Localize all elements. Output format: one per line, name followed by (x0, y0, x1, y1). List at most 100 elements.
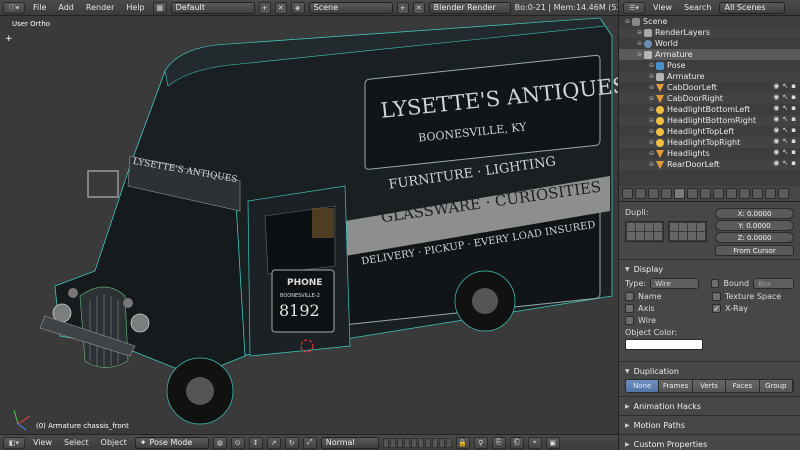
outliner-row-label[interactable]: RenderLayers (655, 28, 710, 37)
menu-select[interactable]: Select (60, 438, 93, 447)
layer-grid[interactable] (382, 437, 452, 448)
outliner-row-label[interactable]: RearDoorLeft (667, 160, 720, 169)
render-icon[interactable]: ▣ (545, 436, 560, 449)
custom-properties-header[interactable]: Custom Properties (625, 438, 794, 450)
tab-object-icon[interactable] (674, 188, 685, 199)
outliner-filter-select[interactable]: All Scenes (719, 1, 786, 14)
select-arrow-icon[interactable]: ↖ (782, 126, 788, 134)
outliner-row-label[interactable]: Scene (643, 17, 667, 26)
outliner-row-label[interactable]: Headlights (667, 149, 710, 158)
tab-constraints-icon[interactable] (687, 188, 698, 199)
scene-field[interactable]: Scene (308, 1, 393, 14)
name-checkbox[interactable] (625, 292, 634, 301)
bone-icon[interactable]: ⚲ (473, 436, 488, 449)
wire-checkbox[interactable] (625, 316, 634, 325)
tab-render-icon[interactable] (622, 188, 633, 199)
visibility-toggles[interactable]: ◉ ↖ ▪ (773, 104, 796, 112)
select-arrow-icon[interactable]: ↖ (782, 137, 788, 145)
screen-delete-button[interactable]: ✕ (274, 1, 287, 14)
scene-delete-button[interactable]: ✕ (412, 1, 425, 14)
visibility-toggles[interactable]: ◉ ↖ ▪ (773, 159, 796, 167)
visibility-toggles[interactable]: ◉ ↖ ▪ (773, 137, 796, 145)
outliner-row[interactable]: ⊖ HeadlightBottomRight ◉ ↖ ▪ (619, 115, 800, 126)
outliner-row[interactable]: ⊖ HeadlightTopLeft ◉ ↖ ▪ (619, 126, 800, 137)
select-arrow-icon[interactable]: ↖ (782, 159, 788, 167)
render-camera-icon[interactable]: ▪ (791, 137, 796, 145)
pose-copy-icon[interactable]: ⎘ (491, 436, 506, 449)
eye-icon[interactable]: ◉ (773, 93, 779, 101)
bound-checkbox[interactable] (710, 279, 720, 288)
outliner-row[interactable]: ⊖ World (619, 38, 800, 49)
z-field[interactable]: Z: 0.0000 (715, 232, 794, 243)
manipulator-toggle-icon[interactable]: ↕ (248, 436, 263, 449)
translate-icon[interactable]: ↗ (266, 436, 281, 449)
screen-layout-field[interactable]: Default (170, 1, 255, 14)
outliner-menu-view[interactable]: View (649, 3, 676, 12)
select-arrow-icon[interactable]: ↖ (782, 104, 788, 112)
menu-render[interactable]: Render (82, 3, 118, 12)
viewport-plus-icon[interactable]: + (5, 34, 13, 44)
menu-view[interactable]: View (29, 438, 56, 447)
lock-icon[interactable]: 🔒 (455, 436, 470, 449)
outliner-editor-type-button[interactable]: ☰▾ (623, 1, 645, 14)
outliner-row[interactable]: ⊖ Scene (619, 16, 800, 27)
expand-toggle-icon[interactable]: ⊖ (649, 106, 654, 113)
orientation-select[interactable]: Normal (320, 436, 379, 449)
y-field[interactable]: Y: 0.0000 (715, 220, 794, 231)
render-camera-icon[interactable]: ▪ (791, 126, 796, 134)
visibility-toggles[interactable]: ◉ ↖ ▪ (773, 93, 796, 101)
expand-toggle-icon[interactable]: ⊖ (637, 51, 642, 58)
xray-checkbox[interactable]: ✓ (712, 304, 721, 313)
render-camera-icon[interactable]: ▪ (791, 82, 796, 90)
expand-toggle-icon[interactable]: ⊖ (637, 40, 642, 47)
tab-texture-icon[interactable] (765, 188, 776, 199)
outliner-row-label[interactable]: CabDoorLeft (667, 83, 717, 92)
scene-add-button[interactable]: + (396, 1, 409, 14)
outliner-row[interactable]: ⊖ CabDoorLeft ◉ ↖ ▪ (619, 82, 800, 93)
eye-icon[interactable]: ◉ (773, 115, 779, 123)
eye-icon[interactable]: ◉ (773, 137, 779, 145)
tab-world-icon[interactable] (661, 188, 672, 199)
display-panel-header[interactable]: Display (625, 263, 794, 275)
dupli-layer-grid-a[interactable] (625, 221, 664, 242)
menu-object[interactable]: Object (97, 438, 131, 447)
outliner-row[interactable]: ⊖ HeadlightBottomLeft ◉ ↖ ▪ (619, 104, 800, 115)
outliner-row-label[interactable]: Armature (655, 50, 693, 59)
expand-toggle-icon[interactable]: ⊖ (637, 29, 642, 36)
render-camera-icon[interactable]: ▪ (791, 104, 796, 112)
x-field[interactable]: X: 0.0000 (715, 208, 794, 219)
outliner-menu-search[interactable]: Search (680, 3, 715, 12)
bound-select[interactable]: Box (753, 278, 794, 289)
menu-add[interactable]: Add (54, 3, 78, 12)
menu-file[interactable]: File (29, 3, 50, 12)
eye-icon[interactable]: ◉ (773, 104, 779, 112)
duplication-panel-header[interactable]: Duplication (625, 365, 794, 377)
expand-toggle-icon[interactable]: ⊖ (649, 150, 654, 157)
pivot-icon[interactable]: ⊙ (230, 436, 245, 449)
outliner-row[interactable]: ⊖ Armature (619, 49, 800, 60)
viewport-editor-type-button[interactable]: ◧▾ (3, 436, 25, 449)
from-cursor-button[interactable]: From Cursor (715, 245, 794, 256)
outliner-row[interactable]: ⊖ Armature (619, 71, 800, 82)
render-engine-select[interactable]: Blender Render (428, 1, 511, 14)
outliner-row-label[interactable]: CabDoorRight (667, 94, 723, 103)
tab-layers-icon[interactable] (635, 188, 646, 199)
tab-scene-icon[interactable] (648, 188, 659, 199)
eye-icon[interactable]: ◉ (773, 82, 779, 90)
rotate-icon[interactable]: ↻ (284, 436, 299, 449)
outliner-row[interactable]: ⊖ Headlights ◉ ↖ ▪ (619, 148, 800, 159)
select-arrow-icon[interactable]: ↖ (782, 82, 788, 90)
scale-icon[interactable]: ⤢ (302, 436, 317, 449)
outliner-row[interactable]: ⊖ CabDoorRight ◉ ↖ ▪ (619, 93, 800, 104)
expand-toggle-icon[interactable]: ⊖ (649, 128, 654, 135)
eye-icon[interactable]: ◉ (773, 148, 779, 156)
outliner-row-label[interactable]: HeadlightBottomRight (667, 116, 756, 125)
outliner-row-label[interactable]: HeadlightTopLeft (667, 127, 734, 136)
menu-help[interactable]: Help (122, 3, 148, 12)
expand-toggle-icon[interactable]: ⊖ (649, 117, 654, 124)
eye-icon[interactable]: ◉ (773, 126, 779, 134)
texture-space-checkbox[interactable] (712, 292, 721, 301)
render-camera-icon[interactable]: ▪ (791, 115, 796, 123)
visibility-toggles[interactable]: ◉ ↖ ▪ (773, 82, 796, 90)
expand-toggle-icon[interactable]: ⊖ (649, 62, 654, 69)
